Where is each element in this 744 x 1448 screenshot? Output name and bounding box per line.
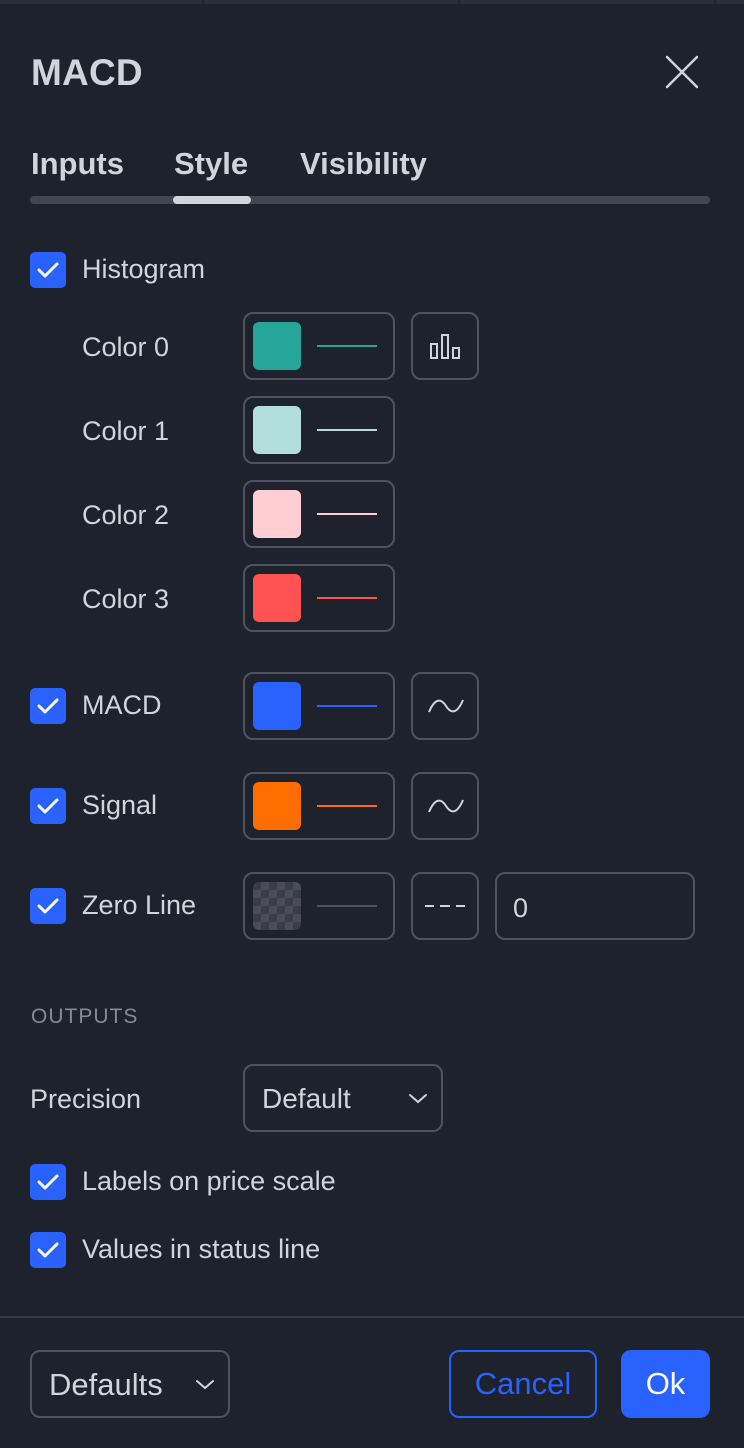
tab-active-indicator [173,196,251,204]
color-2-label: Color 2 [82,500,170,530]
color-2-line-preview [317,513,377,515]
checkmark-icon [37,1174,59,1190]
defaults-dropdown[interactable]: Defaults [30,1350,230,1418]
histogram-checkbox[interactable] [30,252,66,288]
zero-line-style-button[interactable] [411,872,479,940]
macd-color-picker[interactable] [243,672,395,740]
zero-line-color-picker[interactable] [243,872,395,940]
line-icon [428,799,464,813]
tab-track [30,196,710,204]
checkmark-icon [37,1242,59,1258]
precision-value: Default [262,1083,351,1114]
histogram-label: Histogram [82,254,206,284]
checkmark-icon [37,262,59,278]
macd-style-button[interactable] [411,672,479,740]
color-3-label: Color 3 [82,584,170,614]
cancel-button[interactable]: Cancel [449,1350,597,1418]
color-3-swatch [253,574,301,622]
color-0-line-preview [317,345,377,347]
macd-label: MACD [82,690,162,720]
macd-line-preview [317,705,377,707]
tab-inputs[interactable]: Inputs [31,146,124,182]
color-2-picker[interactable] [243,480,395,548]
zero-line-label: Zero Line [82,890,197,920]
top-divider [0,0,744,4]
color-0-picker[interactable] [243,312,395,380]
histogram-style-button[interactable] [411,312,479,380]
zero-line-checkbox[interactable] [30,888,66,924]
values-in-status-line-label: Values in status line [82,1234,321,1264]
close-button[interactable] [662,52,702,92]
color-1-label: Color 1 [82,416,170,446]
zero-line-value: 0 [513,893,529,923]
chevron-down-icon [196,1380,214,1390]
color-0-label: Color 0 [82,332,170,362]
signal-line-preview [317,805,377,807]
macd-checkbox[interactable] [30,688,66,724]
values-in-status-line-checkbox[interactable] [30,1232,66,1268]
precision-label: Precision [30,1084,142,1114]
checkmark-icon [37,898,59,914]
color-1-picker[interactable] [243,396,395,464]
color-3-picker[interactable] [243,564,395,632]
labels-on-price-scale-label: Labels on price scale [82,1166,336,1196]
signal-checkbox[interactable] [30,788,66,824]
line-icon [428,699,464,713]
footer-divider [0,1316,744,1318]
macd-color-swatch [253,682,301,730]
zero-line-value-input[interactable]: 0 [495,872,695,940]
zero-line-color-swatch [253,882,301,930]
signal-style-button[interactable] [411,772,479,840]
checkmark-icon [37,798,59,814]
chevron-down-icon [409,1094,427,1104]
precision-select[interactable]: Default [243,1064,443,1132]
color-1-line-preview [317,429,377,431]
ok-button[interactable]: Ok [621,1350,710,1418]
color-1-swatch [253,406,301,454]
checkmark-icon [37,698,59,714]
signal-label: Signal [82,790,158,820]
zero-line-line-preview [317,905,377,907]
outputs-section-title: OUTPUTS [31,1005,139,1028]
dashed-line-icon [425,905,465,907]
close-icon [665,55,699,89]
signal-color-picker[interactable] [243,772,395,840]
color-2-swatch [253,490,301,538]
color-3-line-preview [317,597,377,599]
dialog-title: MACD [31,52,143,93]
labels-on-price-scale-checkbox[interactable] [30,1164,66,1200]
tab-visibility[interactable]: Visibility [300,146,427,182]
tab-style[interactable]: Style [174,146,248,182]
signal-color-swatch [253,782,301,830]
defaults-label: Defaults [49,1367,163,1402]
histogram-icon [430,334,460,359]
color-0-swatch [253,322,301,370]
